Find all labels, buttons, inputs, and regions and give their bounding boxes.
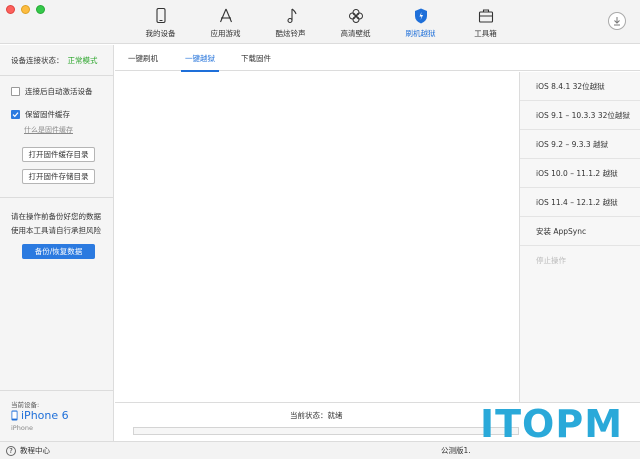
nav-flash-jailbreak[interactable]: 刷机越狱 — [388, 0, 453, 44]
nav-apps-games[interactable]: 应用游戏 — [193, 0, 258, 44]
nav-label: 刷机越狱 — [405, 29, 436, 38]
nav-toolbox[interactable]: 工具箱 — [453, 0, 518, 44]
tab-bar: 一键刷机 一键越狱 下载固件 — [115, 45, 640, 72]
nav-my-device[interactable]: 我的设备 — [128, 0, 193, 44]
what-is-cache-link[interactable]: 什么是固件缓存 — [24, 125, 73, 135]
main-content — [115, 72, 519, 402]
toolbox-icon — [478, 9, 493, 23]
iphone-icon — [11, 410, 18, 421]
jailbreak-option[interactable]: iOS 8.4.1 32位越狱 — [520, 72, 640, 101]
device-state-label: 设备连接状态： — [11, 56, 64, 65]
app-store-icon — [219, 8, 232, 23]
auto-activate-option[interactable]: 连接后自动激活设备 — [11, 86, 93, 97]
nav-wallpapers[interactable]: 高清壁纸 — [323, 0, 388, 44]
help-center-label: 教程中心 — [20, 446, 50, 455]
nav-label: 酷炫铃声 — [275, 29, 306, 38]
tab-flash[interactable]: 一键刷机 — [128, 45, 158, 71]
backup-restore-button[interactable]: 备份/恢复数据 — [22, 244, 95, 259]
window-controls — [6, 5, 45, 14]
device-state: 设备连接状态： 正常模式 — [11, 55, 98, 66]
open-cache-dir-button[interactable]: 打开固件缓存目录 — [22, 147, 95, 162]
sidebar: 设备连接状态： 正常模式 连接后自动激活设备 保留固件缓存 什么是固件缓存 打开固… — [0, 45, 114, 441]
jailbreak-option[interactable]: iOS 11.4 – 12.1.2 越狱 — [520, 188, 640, 217]
device-name-text: iPhone 6 — [21, 409, 69, 422]
open-storage-dir-button[interactable]: 打开固件存储目录 — [22, 169, 95, 184]
stop-operation-option: 停止操作 — [536, 256, 566, 265]
nav-label: 我的设备 — [145, 29, 176, 38]
close-window-button[interactable] — [6, 5, 15, 14]
checkmark-icon — [12, 112, 19, 118]
download-icon — [614, 17, 620, 26]
divider — [0, 75, 114, 76]
toolbar: 我的设备 应用游戏 酷炫铃声 高清壁纸 刷机越狱 工具箱 — [0, 0, 640, 44]
question-icon: ? — [6, 445, 16, 456]
keep-firmware-checkbox[interactable] — [11, 110, 20, 119]
tab-download-firmware[interactable]: 下载固件 — [241, 45, 271, 71]
nav-label: 高清壁纸 — [340, 29, 371, 38]
nav-ringtones[interactable]: 酷炫铃声 — [258, 0, 323, 44]
tab-jailbreak[interactable]: 一键越狱 — [181, 45, 219, 72]
warning-line: 请在操作前备份好您的数据 — [11, 212, 101, 221]
main-nav: 我的设备 应用游戏 酷炫铃声 高清壁纸 刷机越狱 工具箱 — [128, 0, 518, 44]
progress-bar — [133, 427, 519, 435]
jailbreak-options-panel: iOS 8.4.1 32位越狱 iOS 9.1 – 10.3.3 32位越狱 i… — [519, 72, 640, 402]
auto-activate-label: 连接后自动激活设备 — [25, 87, 93, 96]
keep-firmware-option[interactable]: 保留固件缓存 — [11, 109, 70, 120]
watermark-logo: ITOPM — [480, 402, 624, 446]
jailbreak-option[interactable]: iOS 9.1 – 10.3.3 32位越狱 — [520, 101, 640, 130]
auto-activate-checkbox[interactable] — [11, 87, 20, 96]
install-appsync-option[interactable]: 安装 AppSync — [520, 217, 640, 246]
jailbreak-option[interactable]: iOS 10.0 – 11.1.2 越狱 — [520, 159, 640, 188]
phone-icon — [155, 7, 166, 24]
zoom-window-button[interactable] — [36, 5, 45, 14]
download-manager-button[interactable] — [608, 12, 626, 30]
warning-line: 使用本工具请自行承担风险 — [11, 226, 101, 235]
current-device-label: 当前设备: — [11, 401, 40, 409]
divider — [0, 390, 114, 391]
risk-warning: 请在操作前备份好您的数据 使用本工具请自行承担风险 — [11, 210, 111, 238]
shield-icon — [414, 8, 427, 24]
version-label: 公测版1. — [441, 446, 471, 455]
status-text: 当前状态：就绪 — [290, 411, 343, 420]
flower-icon — [348, 9, 363, 23]
nav-label: 应用游戏 — [210, 29, 241, 38]
device-name: iPhone 6 — [11, 409, 69, 422]
divider — [0, 197, 114, 198]
keep-firmware-label: 保留固件缓存 — [25, 110, 70, 119]
minimize-window-button[interactable] — [21, 5, 30, 14]
jailbreak-option[interactable]: iOS 9.2 – 9.3.3 越狱 — [520, 130, 640, 159]
help-center-link[interactable]: ? 教程中心 — [6, 445, 50, 456]
device-model: iPhone — [11, 424, 33, 432]
device-state-value: 正常模式 — [67, 56, 98, 65]
nav-label: 工具箱 — [474, 29, 497, 38]
music-note-icon — [286, 8, 297, 24]
